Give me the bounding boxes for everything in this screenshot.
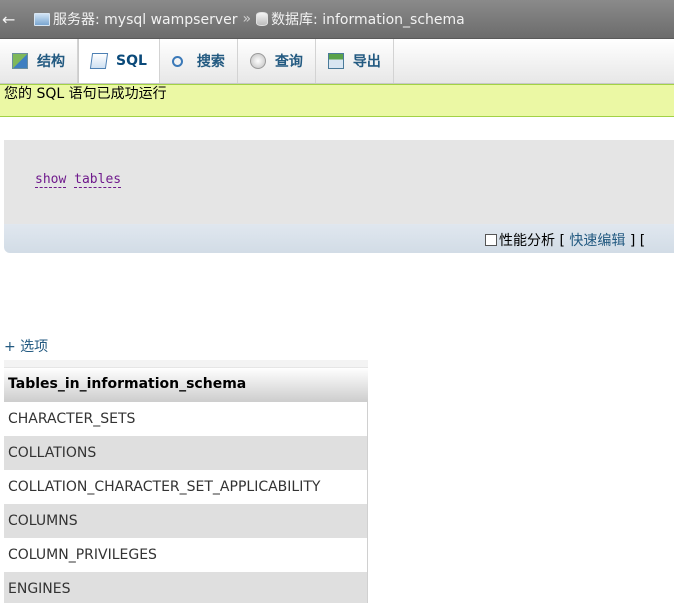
table-cell: COLLATIONS xyxy=(4,435,368,470)
breadcrumb-server[interactable]: 服务器: mysql wampserver xyxy=(53,9,237,29)
tab-search-label: 搜索 xyxy=(196,54,225,70)
tab-sql[interactable]: SQL xyxy=(78,39,160,83)
table-cell: COLUMNS xyxy=(4,503,368,538)
sql-query-text: show tables xyxy=(35,172,122,188)
results-table: Tables_in_information_schema CHARACTER_S… xyxy=(4,360,368,603)
table-cell: ENGINES xyxy=(4,571,368,603)
tab-export[interactable]: 导出 xyxy=(316,39,394,83)
sql-keyword-show[interactable]: show xyxy=(35,172,67,188)
table-row[interactable]: COLLATIONS xyxy=(4,435,368,470)
tab-query-label: 查询 xyxy=(274,54,303,70)
search-icon xyxy=(171,55,183,67)
phpmyadmin-page: ← 服务器: mysql wampserver » 数据库: informati… xyxy=(0,0,674,603)
breadcrumb-separator: » xyxy=(242,11,252,27)
tab-search[interactable]: 搜索 xyxy=(160,39,238,83)
query-icon xyxy=(249,53,266,69)
tab-export-label: 导出 xyxy=(352,54,381,70)
column-header[interactable]: Tables_in_information_schema xyxy=(4,360,368,402)
breadcrumb-database[interactable]: 数据库: information_schema xyxy=(271,9,465,29)
inline-edit-link[interactable]: 快速编辑 xyxy=(569,233,625,249)
table-row[interactable]: COLUMN_PRIVILEGES xyxy=(4,537,368,572)
sql-keyword-tables[interactable]: tables xyxy=(74,172,122,188)
table-row[interactable]: CHARACTER_SETS xyxy=(4,401,368,436)
tab-sql-label: SQL xyxy=(116,53,147,69)
tab-query[interactable]: 查询 xyxy=(238,39,316,83)
sql-query-footer: 性能分析 [ 快速编辑 ] [ xyxy=(4,224,674,253)
bracket-close: ] [ xyxy=(629,233,646,249)
database-icon xyxy=(256,12,269,26)
bracket-open: [ xyxy=(559,233,565,249)
structure-icon xyxy=(12,53,28,69)
table-row[interactable]: ENGINES xyxy=(4,571,368,603)
tab-structure-label: 结构 xyxy=(37,54,65,70)
options-link[interactable]: + 选项 xyxy=(4,336,48,356)
table-cell: COLUMN_PRIVILEGES xyxy=(4,537,368,572)
sql-icon xyxy=(89,53,109,69)
export-icon xyxy=(327,53,344,69)
breadcrumb: ← 服务器: mysql wampserver » 数据库: informati… xyxy=(0,0,674,39)
profiling-label[interactable]: 性能分析 xyxy=(499,233,555,249)
table-row[interactable]: COLUMNS xyxy=(4,503,368,538)
profiling-checkbox[interactable] xyxy=(485,234,497,246)
table-row[interactable]: COLLATION_CHARACTER_SET_APPLICABILITY xyxy=(4,469,368,504)
profiling-controls: 性能分析 [ 快速编辑 ] [ xyxy=(485,230,645,250)
table-cell: COLLATION_CHARACTER_SET_APPLICABILITY xyxy=(4,469,368,504)
sql-query-box: show tables xyxy=(4,140,674,224)
tab-bar: 结构 SQL 搜索 查询 导出 xyxy=(0,39,674,84)
success-message: 您的 SQL 语句已成功运行 xyxy=(0,84,674,117)
tab-structure[interactable]: 结构 xyxy=(0,39,78,83)
back-arrow-icon[interactable]: ← xyxy=(2,10,16,29)
server-icon xyxy=(34,12,50,26)
table-cell: CHARACTER_SETS xyxy=(4,401,368,436)
